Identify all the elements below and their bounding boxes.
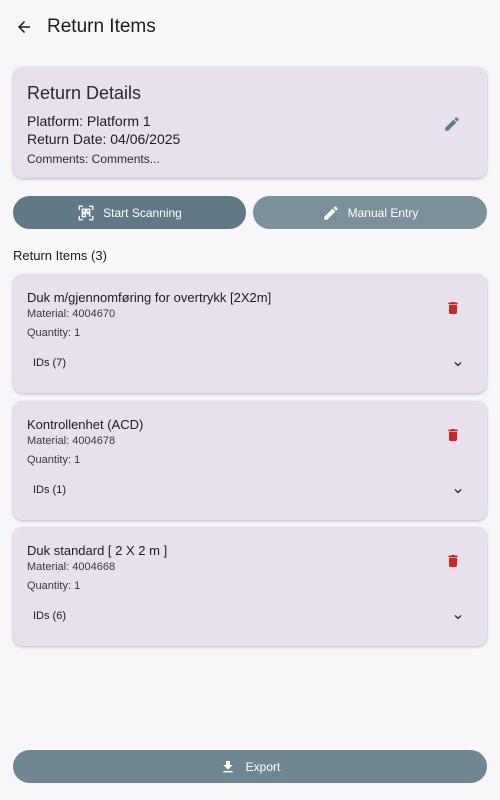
arrow-back-icon (15, 18, 33, 36)
item-material: Material: 4004668 (27, 561, 116, 573)
ids-label: IDs (6) (33, 610, 66, 622)
item-material: Material: 4004670 (27, 308, 116, 320)
return-item-card: Duk standard [ 2 X 2 m ] Material: 40046… (13, 527, 487, 646)
back-button[interactable] (10, 13, 38, 41)
edit-details-button[interactable] (441, 113, 463, 135)
ids-label: IDs (1) (33, 484, 66, 496)
delete-item-button[interactable] (444, 551, 462, 571)
ids-expander[interactable]: IDs (7) (13, 346, 487, 382)
item-material: Material: 4004678 (27, 435, 116, 447)
start-scanning-button[interactable]: Start Scanning (13, 196, 246, 229)
trash-icon (445, 552, 461, 570)
return-date-text: Return Date: 04/06/2025 (27, 131, 181, 147)
pencil-icon (322, 204, 340, 222)
manual-entry-label: Manual Entry (347, 205, 419, 220)
item-name: Kontrollenhet (ACD) (27, 417, 144, 432)
delete-item-button[interactable] (444, 298, 462, 318)
ids-expander[interactable]: IDs (6) (13, 599, 487, 635)
download-icon (220, 758, 236, 776)
trash-icon (445, 426, 461, 444)
chevron-down-icon (451, 357, 465, 371)
return-item-card: Duk m/gjennomføring for overtrykk [2X2m]… (13, 274, 487, 393)
export-label: Export (245, 759, 281, 774)
ids-label: IDs (7) (33, 357, 66, 369)
return-item-card: Kontrollenhet (ACD) Material: 4004678 Qu… (13, 401, 487, 520)
item-quantity: Quantity: 1 (27, 327, 81, 339)
app-bar: Return Items (0, 0, 500, 56)
qr-scan-icon (77, 204, 95, 222)
return-details-card: Return Details Platform: Platform 1 Retu… (13, 67, 487, 178)
start-scanning-label: Start Scanning (103, 205, 182, 220)
delete-item-button[interactable] (444, 425, 462, 445)
export-button[interactable]: Export (13, 750, 487, 783)
item-name: Duk standard [ 2 X 2 m ] (27, 543, 168, 558)
comments-text: Comments: Comments... (27, 152, 160, 166)
item-quantity: Quantity: 1 (27, 580, 81, 592)
platform-text: Platform: Platform 1 (27, 113, 151, 129)
details-title: Return Details (27, 83, 142, 103)
page-title: Return Items (47, 16, 156, 37)
return-items-heading: Return Items (3) (13, 248, 107, 263)
item-quantity: Quantity: 1 (27, 454, 81, 466)
trash-icon (445, 299, 461, 317)
chevron-down-icon (451, 484, 465, 498)
manual-entry-button[interactable]: Manual Entry (253, 196, 487, 229)
item-name: Duk m/gjennomføring for overtrykk [2X2m] (27, 290, 272, 305)
pencil-icon (443, 115, 461, 133)
chevron-down-icon (451, 610, 465, 624)
ids-expander[interactable]: IDs (1) (13, 473, 487, 509)
